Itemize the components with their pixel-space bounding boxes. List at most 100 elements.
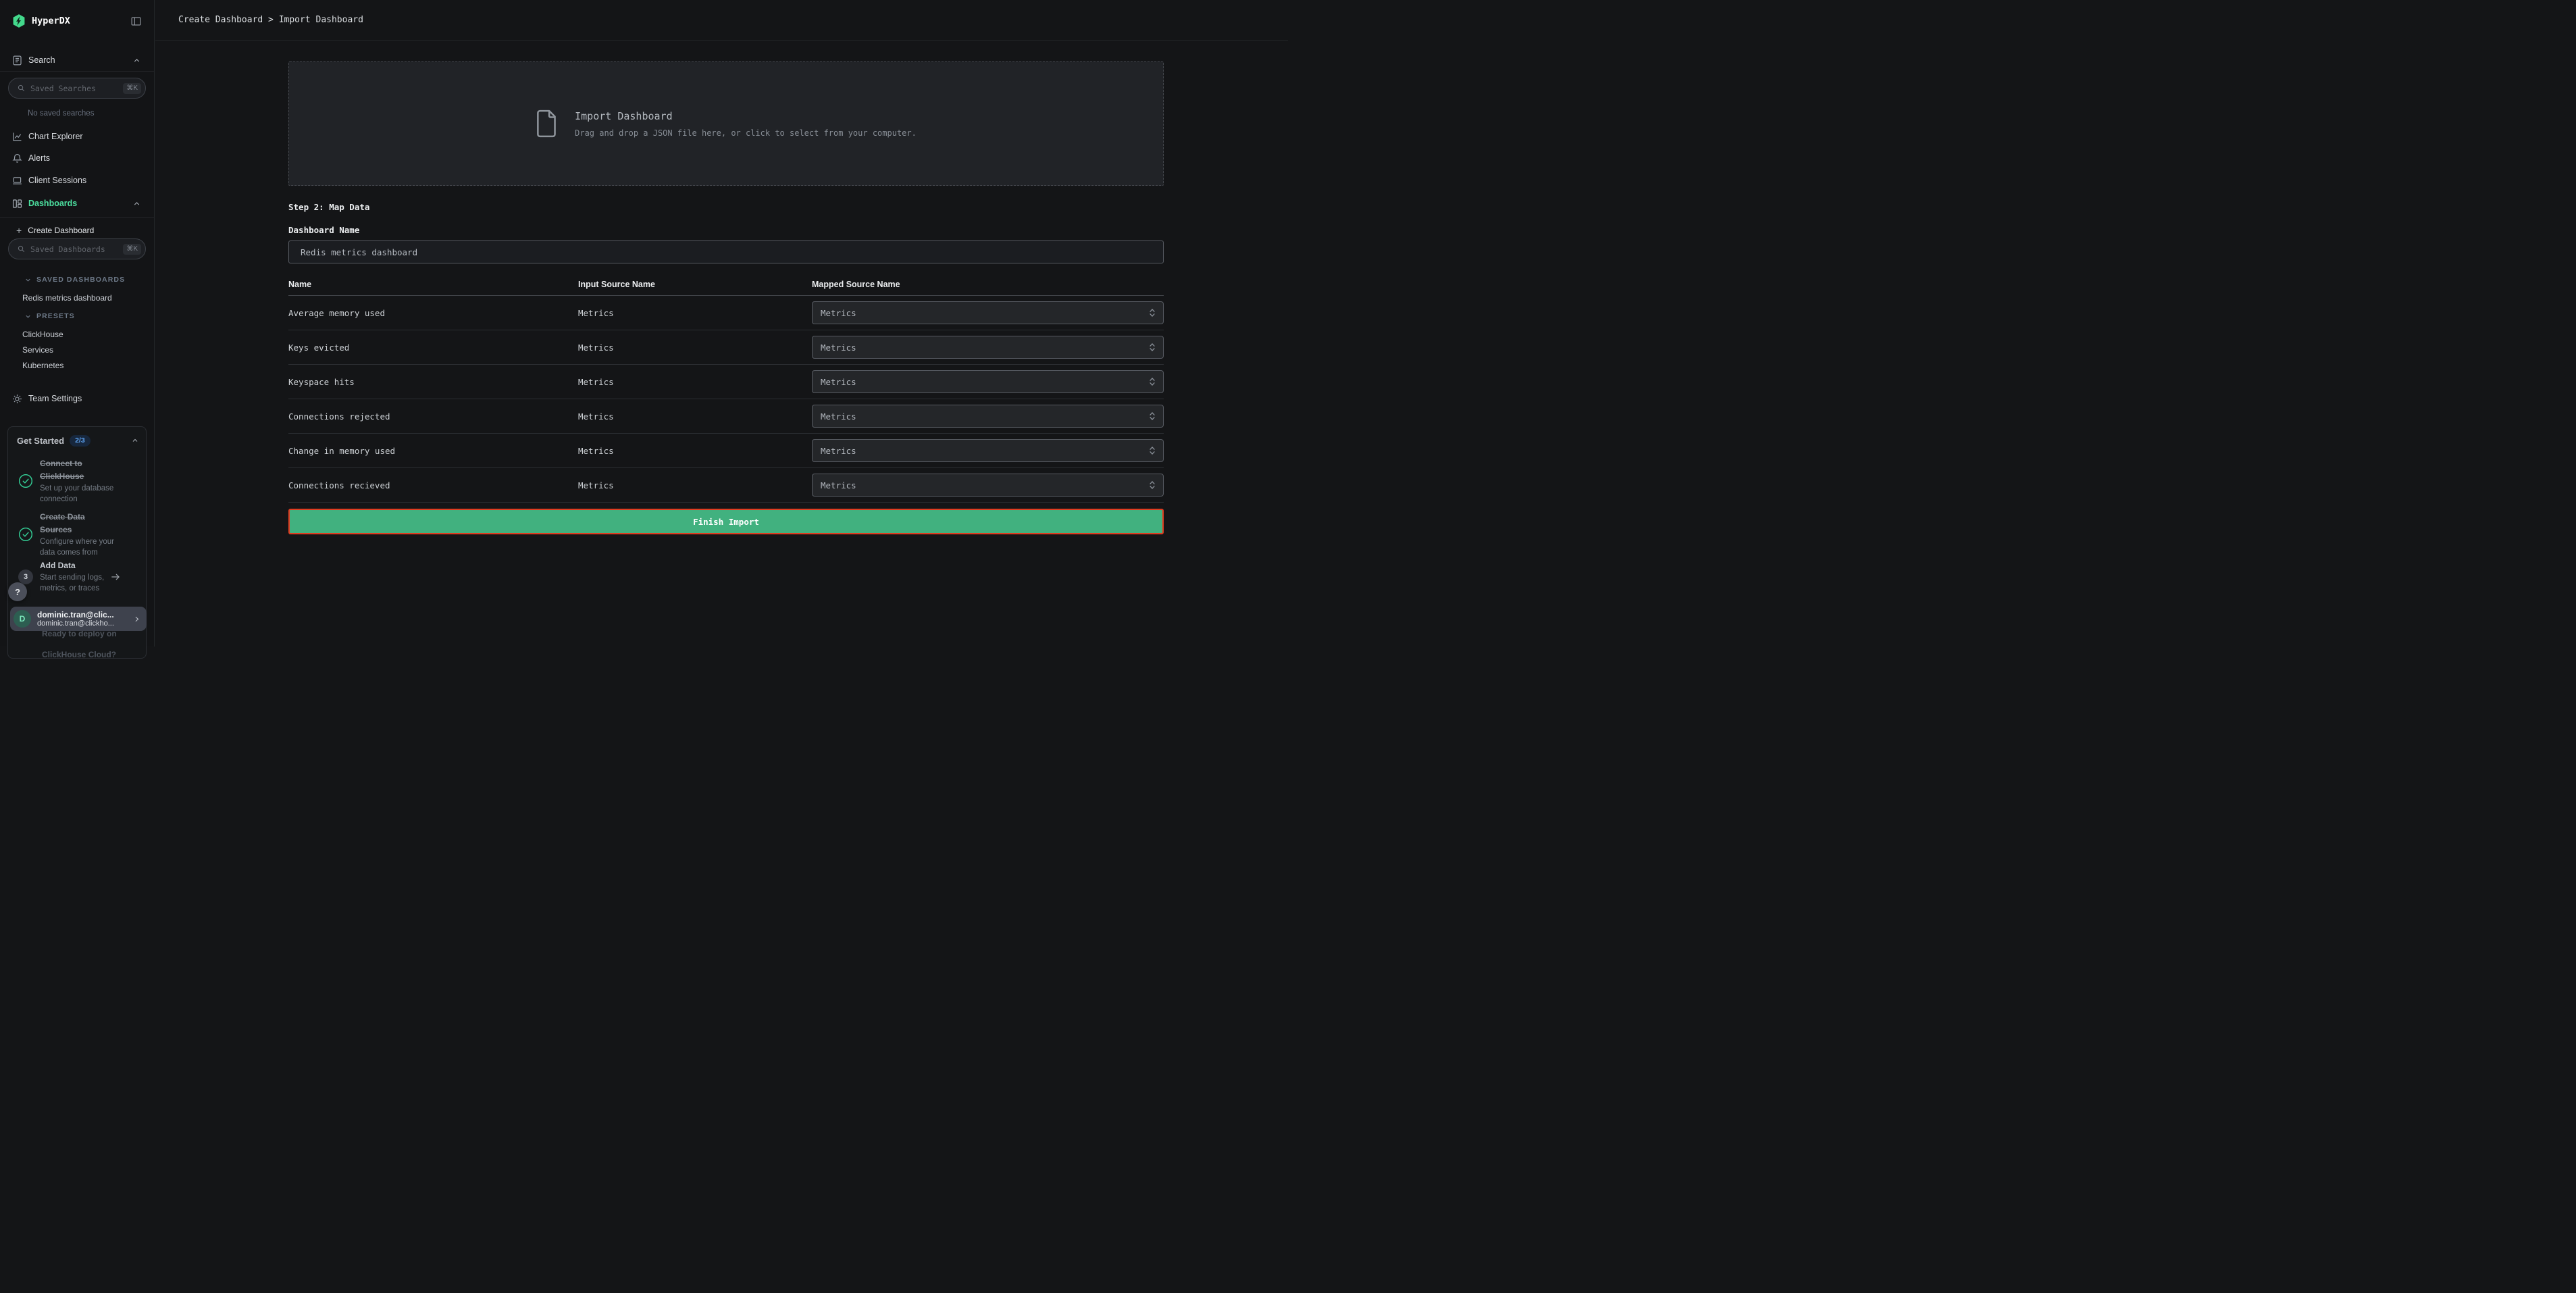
metric-name-cell: Keyspace hits bbox=[288, 377, 578, 387]
user-email: dominic.tran@clickho... bbox=[37, 619, 132, 628]
get-started-task[interactable]: Connect to ClickHouseSet up your databas… bbox=[18, 457, 129, 505]
task-title: Create Data Sources bbox=[40, 511, 107, 536]
search-section-label: Search bbox=[28, 55, 132, 65]
task-title: Add Data bbox=[40, 559, 107, 572]
metric-name-cell: Change in memory used bbox=[288, 446, 578, 456]
divider bbox=[0, 71, 155, 72]
metric-name-cell: Connections recieved bbox=[288, 480, 578, 490]
metric-name-cell: Connections rejected bbox=[288, 411, 578, 422]
search-icon bbox=[17, 84, 26, 93]
sidebar-item-label: Alerts bbox=[28, 153, 141, 163]
dashboard-name-label: Dashboard Name bbox=[288, 225, 1164, 235]
group-header-saved-dashboards[interactable]: SAVED DASHBOARDS bbox=[0, 274, 155, 286]
user-name: dominic.tran@clic... bbox=[37, 610, 132, 619]
table-row: Keyspace hitsMetricsMetrics bbox=[288, 365, 1164, 399]
arrow-right-icon[interactable] bbox=[110, 572, 121, 582]
app-title: HyperDX bbox=[32, 16, 130, 26]
mapped-source-select[interactable]: Metrics bbox=[812, 405, 1164, 428]
chevron-right-icon bbox=[132, 615, 141, 624]
input-source-cell: Metrics bbox=[578, 446, 812, 456]
get-started-header[interactable]: Get Started 2/3 bbox=[17, 435, 139, 447]
dropzone-text: Import Dashboard Drag and drop a JSON fi… bbox=[575, 110, 917, 138]
sidebar-item-dashboards[interactable]: Dashboards bbox=[0, 193, 155, 214]
import-dropzone[interactable]: Import Dashboard Drag and drop a JSON fi… bbox=[288, 61, 1164, 186]
dashboard-link-services[interactable]: Services bbox=[0, 343, 155, 357]
chevron-up-icon[interactable] bbox=[132, 199, 141, 208]
sidebar-item-alerts[interactable]: Alerts bbox=[0, 147, 155, 169]
input-source-cell: Metrics bbox=[578, 308, 812, 318]
sidebar-item-team-settings[interactable]: Team Settings bbox=[0, 388, 155, 409]
laptop-icon bbox=[11, 175, 23, 186]
dashboard-link-kubernetes[interactable]: Kubernetes bbox=[0, 359, 155, 372]
sidebar-item-label: Dashboards bbox=[28, 199, 132, 208]
table-row: Connections rejectedMetricsMetrics bbox=[288, 399, 1164, 434]
journal-icon bbox=[11, 55, 23, 66]
mapped-source-select[interactable]: Metrics bbox=[812, 474, 1164, 497]
cloud-promo-line: ClickHouse Cloud? bbox=[42, 650, 116, 660]
mapped-source-select[interactable]: Metrics bbox=[812, 336, 1164, 359]
mapped-source-select[interactable]: Metrics bbox=[812, 301, 1164, 324]
step-number-badge: 3 bbox=[18, 569, 33, 584]
user-account-button[interactable]: D dominic.tran@clic... dominic.tran@clic… bbox=[10, 607, 147, 631]
user-text: dominic.tran@clic... dominic.tran@clickh… bbox=[37, 610, 132, 628]
dashboard-link-redis-metrics-dashboard[interactable]: Redis metrics dashboard bbox=[0, 291, 155, 305]
get-started-task[interactable]: Create Data SourcesConfigure where your … bbox=[18, 511, 129, 558]
finish-import-button[interactable]: Finish Import bbox=[288, 509, 1164, 534]
dropzone-title: Import Dashboard bbox=[575, 110, 917, 122]
group-label: SAVED DASHBOARDS bbox=[36, 276, 125, 284]
get-started-task[interactable]: 3Add DataStart sending logs, metrics, or… bbox=[18, 559, 129, 594]
chart-icon bbox=[11, 131, 23, 143]
sidebar-item-client-sessions[interactable]: Client Sessions bbox=[0, 170, 155, 191]
sidebar-item-label: Client Sessions bbox=[28, 176, 141, 185]
task-title: Connect to ClickHouse bbox=[40, 457, 107, 483]
table-row: Keys evictedMetricsMetrics bbox=[288, 330, 1164, 365]
column-header-input-source: Input Source Name bbox=[578, 280, 812, 289]
column-header-name: Name bbox=[288, 280, 578, 289]
chevron-down-icon bbox=[24, 313, 32, 320]
bell-icon bbox=[11, 153, 23, 164]
table-row: Average memory usedMetricsMetrics bbox=[288, 296, 1164, 330]
check-circle-icon bbox=[18, 474, 33, 488]
collapse-sidebar-icon[interactable] bbox=[130, 16, 142, 27]
check-circle-icon bbox=[18, 527, 33, 542]
mapped-source-select[interactable]: Metrics bbox=[812, 439, 1164, 462]
help-button[interactable]: ? bbox=[8, 582, 27, 601]
topbar: Create Dashboard > Import Dashboard bbox=[155, 0, 1288, 41]
mapped-source-select[interactable]: Metrics bbox=[812, 370, 1164, 393]
divider bbox=[0, 217, 155, 218]
saved-searches-search[interactable]: ⌘K bbox=[8, 78, 146, 99]
shortcut-badge: ⌘K bbox=[123, 244, 141, 255]
chevron-up-icon[interactable] bbox=[131, 436, 139, 445]
metric-name-cell: Keys evicted bbox=[288, 343, 578, 353]
table-header-row: Name Input Source Name Mapped Source Nam… bbox=[288, 263, 1164, 296]
plus-icon: + bbox=[16, 226, 22, 235]
chevron-down-icon bbox=[24, 276, 32, 284]
group-header-presets[interactable]: PRESETS bbox=[0, 310, 155, 322]
create-dashboard-button[interactable]: + Create Dashboard bbox=[0, 223, 155, 238]
saved-searches-input[interactable] bbox=[30, 84, 123, 93]
get-started-title: Get Started bbox=[17, 436, 64, 446]
chevron-up-icon[interactable] bbox=[132, 56, 141, 65]
dashboard-link-clickhouse[interactable]: ClickHouse bbox=[0, 328, 155, 341]
task-subtitle: Set up your database connection bbox=[40, 483, 129, 505]
mapping-table: Name Input Source Name Mapped Source Nam… bbox=[288, 263, 1164, 503]
input-source-cell: Metrics bbox=[578, 411, 812, 422]
sidebar-item-search[interactable]: Search bbox=[0, 49, 155, 71]
selected-source-value: Metrics bbox=[821, 411, 1148, 422]
progress-badge: 2/3 bbox=[70, 435, 91, 447]
search-icon bbox=[17, 245, 26, 253]
breadcrumb: Create Dashboard > Import Dashboard bbox=[178, 15, 363, 25]
table-row: Change in memory usedMetricsMetrics bbox=[288, 434, 1164, 468]
saved-dashboards-input[interactable] bbox=[30, 245, 123, 254]
sidebar: HyperDX Search ⌘K No saved searches Char… bbox=[0, 0, 155, 646]
step-label: Step 2: Map Data bbox=[288, 202, 1164, 212]
dashboard-name-input[interactable] bbox=[288, 240, 1164, 263]
selected-source-value: Metrics bbox=[821, 446, 1148, 456]
shortcut-badge: ⌘K bbox=[123, 83, 141, 94]
saved-dashboards-search[interactable]: ⌘K bbox=[8, 238, 146, 259]
file-icon bbox=[536, 109, 559, 138]
hyperdx-logo-icon bbox=[11, 14, 26, 28]
sidebar-item-chart-explorer[interactable]: Chart Explorer bbox=[0, 126, 155, 147]
logo-row: HyperDX bbox=[0, 10, 155, 32]
metric-name-cell: Average memory used bbox=[288, 308, 578, 318]
